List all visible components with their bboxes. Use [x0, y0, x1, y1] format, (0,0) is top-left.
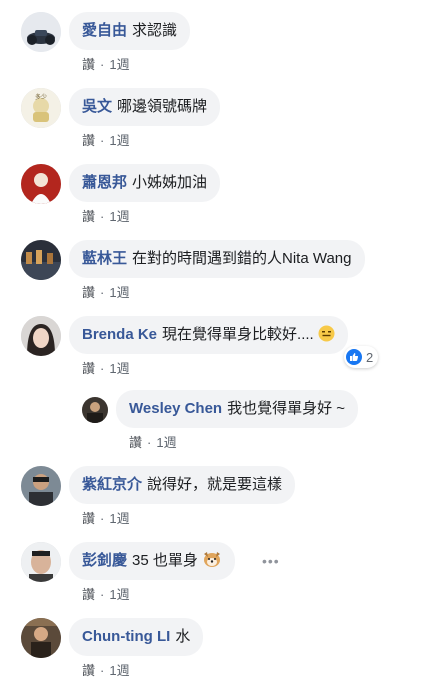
comment-bubble: 蕭恩邦 小姊姊加油: [69, 164, 221, 202]
commenter-name[interactable]: 彭釗慶: [82, 552, 127, 569]
comment-bubble: 吳文 哪邊領號碼牌: [69, 88, 221, 126]
separator-dot: ·: [100, 209, 105, 224]
commenter-name[interactable]: Brenda Ke: [82, 326, 157, 343]
timestamp[interactable]: 1週: [109, 209, 129, 224]
commenter-name[interactable]: 蕭恩邦: [82, 174, 127, 191]
avatar[interactable]: [21, 466, 61, 506]
comment-text: 求認識: [132, 22, 178, 39]
comment-text: 水: [175, 628, 191, 645]
comment-bubble: 紫紅京介 說得好，就是要這樣: [69, 466, 296, 504]
comment-actions: 讚 · 1週: [82, 660, 130, 679]
commenter-name[interactable]: 藍林王: [82, 250, 127, 267]
avatar[interactable]: [21, 240, 61, 280]
like-link[interactable]: 讚: [82, 587, 95, 602]
svg-text:多少: 多少: [35, 93, 47, 101]
comment-bubble: 藍林王 在對的時間遇到錯的人Nita Wang: [69, 240, 365, 278]
like-link[interactable]: 讚: [82, 57, 95, 72]
grinning-sweat-emoji: [318, 319, 335, 357]
like-link[interactable]: 讚: [82, 663, 95, 678]
more-options-icon[interactable]: •••: [262, 553, 280, 569]
reaction-badge[interactable]: 2: [344, 346, 379, 368]
timestamp[interactable]: 1週: [109, 285, 129, 300]
avatar[interactable]: [21, 618, 61, 658]
avatar[interactable]: [21, 12, 61, 52]
comment-bubble: 彭釗慶 35 也單身: [69, 542, 236, 583]
comment-actions: 讚 · 1週: [82, 206, 130, 225]
commenter-name[interactable]: Wesley Chen: [129, 400, 222, 417]
avatar[interactable]: [82, 397, 108, 423]
timestamp[interactable]: 1週: [109, 361, 129, 376]
avatar[interactable]: [21, 164, 61, 204]
comment-text: 現在覺得單身比較好....: [162, 326, 314, 343]
timestamp[interactable]: 1週: [156, 435, 176, 450]
avatar[interactable]: 多少: [21, 88, 61, 128]
comment-bubble: 愛自由 求認識: [69, 12, 191, 50]
commenter-name[interactable]: Chun-ting LI: [82, 628, 170, 645]
dog-face-emoji: [202, 545, 222, 583]
like-link[interactable]: 讚: [129, 435, 142, 450]
timestamp[interactable]: 1週: [109, 587, 129, 602]
separator-dot: ·: [100, 133, 105, 148]
separator-dot: ·: [147, 435, 152, 450]
separator-dot: ·: [100, 663, 105, 678]
commenter-name[interactable]: 紫紅京介: [82, 476, 142, 493]
separator-dot: ·: [100, 57, 105, 72]
avatar[interactable]: [21, 316, 61, 356]
comment-text: 小姊姊加油: [132, 174, 208, 191]
comment-text: 我也覺得單身好 ~: [227, 400, 346, 417]
comment-text: 35 也單身: [132, 552, 198, 569]
separator-dot: ·: [100, 285, 105, 300]
comment-actions: 讚 · 1週: [82, 130, 130, 149]
avatar[interactable]: [21, 542, 61, 582]
comment-text: 哪邊領號碼牌: [117, 98, 208, 115]
comment-actions: 讚 · 1週: [82, 508, 130, 527]
comment-bubble: Wesley Chen 我也覺得單身好 ~: [116, 390, 359, 428]
timestamp[interactable]: 1週: [109, 57, 129, 72]
separator-dot: ·: [100, 361, 105, 376]
comment-bubble: Chun-ting LI 水: [69, 618, 204, 656]
timestamp[interactable]: 1週: [109, 511, 129, 526]
comment-actions: 讚 · 1週: [82, 584, 130, 603]
comment-text: 在對的時間遇到錯的人Nita Wang: [132, 250, 352, 267]
like-link[interactable]: 讚: [82, 285, 95, 300]
separator-dot: ·: [100, 511, 105, 526]
reaction-count: 2: [366, 349, 374, 365]
separator-dot: ·: [100, 587, 105, 602]
comment-bubble: Brenda Ke 現在覺得單身比較好....: [69, 316, 348, 354]
timestamp[interactable]: 1週: [109, 133, 129, 148]
comment-actions: 讚 · 1週: [82, 54, 130, 73]
comment-actions: 讚 · 1週: [82, 282, 130, 301]
like-link[interactable]: 讚: [82, 511, 95, 526]
like-link[interactable]: 讚: [82, 361, 95, 376]
comment-actions: 讚 · 1週: [82, 358, 130, 377]
comment-actions: 讚 · 1週: [129, 432, 177, 451]
commenter-name[interactable]: 吳文: [82, 98, 112, 115]
comment-text: 說得好，就是要這樣: [147, 476, 283, 493]
like-link[interactable]: 讚: [82, 209, 95, 224]
commenter-name[interactable]: 愛自由: [82, 22, 127, 39]
timestamp[interactable]: 1週: [109, 663, 129, 678]
like-link[interactable]: 讚: [82, 133, 95, 148]
thumbs-up-icon: [346, 349, 362, 365]
